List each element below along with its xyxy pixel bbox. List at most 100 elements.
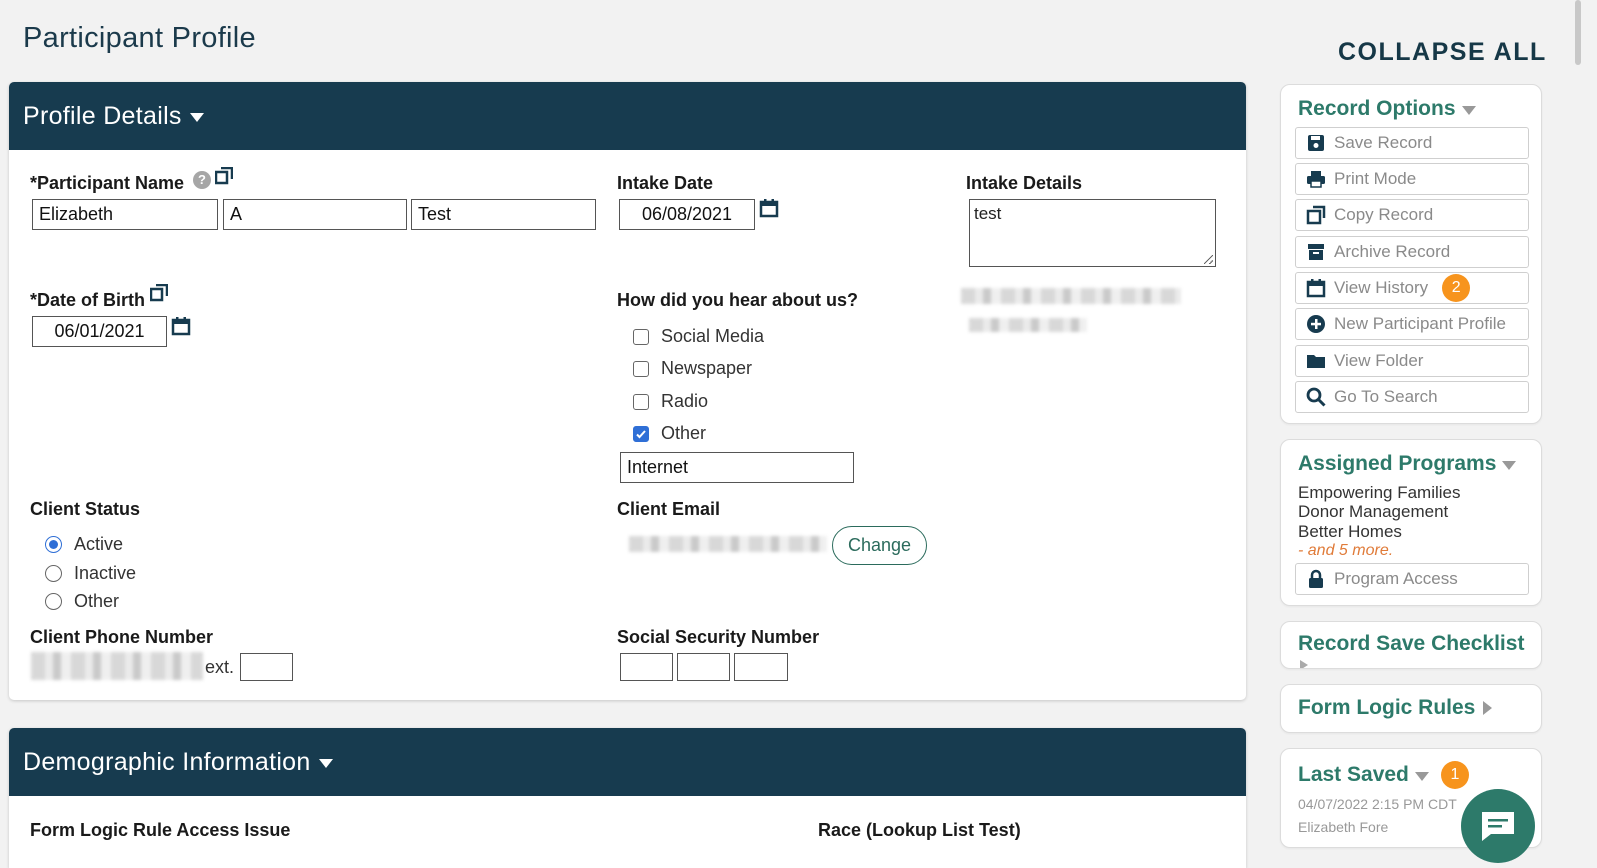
help-icon[interactable]: ? (193, 171, 211, 189)
button-label: Go To Search (1334, 387, 1438, 406)
ssn-part1-input[interactable] (620, 653, 673, 681)
collapse-all-button[interactable]: COLLAPSE ALL (1338, 38, 1547, 67)
radio-inactive[interactable]: Inactive (45, 563, 136, 584)
caret-down-icon (1461, 105, 1476, 115)
new-participant-profile-button[interactable]: New Participant Profile (1295, 308, 1529, 340)
redacted-phone (31, 652, 203, 680)
view-history-button[interactable]: View History 2 (1295, 272, 1529, 304)
last-saved-badge: 1 (1440, 761, 1469, 789)
button-label: View History (1334, 278, 1429, 297)
archive-icon (1308, 244, 1324, 260)
profile-details-header[interactable]: Profile Details (9, 82, 1246, 150)
page-scrollbar[interactable] (1567, 0, 1597, 866)
checkbox-label: Radio (661, 391, 709, 411)
button-label: New Participant Profile (1334, 314, 1506, 333)
checkbox-box[interactable] (633, 360, 649, 377)
last-saved-user: Elizabeth Fore (1298, 819, 1389, 835)
form-logic-issue-label: Form Logic Rule Access Issue (30, 820, 291, 840)
form-logic-rules-title[interactable]: Form Logic Rules (1298, 696, 1493, 720)
checkbox-newspaper[interactable]: Newspaper (633, 358, 752, 379)
folder-icon (1307, 355, 1325, 368)
assigned-programs-title[interactable]: Assigned Programs (1298, 452, 1517, 476)
program-item: Better Homes (1298, 522, 1402, 541)
date-of-birth-input[interactable]: 06/01/2021 (32, 316, 167, 347)
radio-active[interactable]: Active (45, 534, 123, 555)
lock-icon (1309, 569, 1323, 588)
redacted-email (629, 536, 827, 552)
button-label: Program Access (1334, 569, 1458, 588)
chat-icon (1482, 812, 1514, 841)
last-name-input[interactable]: Test (411, 199, 596, 230)
caret-down-icon (318, 759, 333, 768)
radio-button[interactable] (45, 565, 62, 582)
race-label: Race (Lookup List Test) (818, 820, 1021, 840)
program-access-button[interactable]: Program Access (1295, 563, 1529, 595)
resize-grip-icon[interactable] (1204, 255, 1213, 264)
card-title-text: Last Saved (1298, 763, 1409, 786)
how-heard-label: How did you hear about us? (617, 290, 859, 310)
button-label: View Folder (1334, 351, 1424, 370)
middle-name-input[interactable]: A (223, 199, 407, 230)
intake-details-textarea[interactable]: test (969, 199, 1216, 267)
other-source-input[interactable]: Internet (620, 452, 854, 483)
more-programs-link[interactable]: - and 5 more. (1298, 542, 1393, 560)
calendar-icon[interactable] (759, 198, 779, 218)
demographic-header[interactable]: Demographic Information (9, 728, 1246, 796)
panel-title: Demographic Information (23, 747, 311, 776)
record-save-checklist-title[interactable]: Record Save Checklist (1298, 632, 1524, 656)
popout-icon[interactable] (150, 284, 168, 302)
intake-details-text: test (974, 204, 1002, 223)
ext-label: ext. (205, 657, 235, 677)
search-icon (1306, 387, 1326, 407)
checkbox-label: Newspaper (661, 358, 753, 378)
panel-title: Profile Details (23, 101, 182, 130)
ssn-part3-input[interactable] (734, 653, 788, 681)
radio-button[interactable] (45, 593, 62, 610)
caret-right-icon (1300, 660, 1308, 668)
page-title: Participant Profile (23, 22, 256, 54)
archive-record-button[interactable]: Archive Record (1295, 236, 1529, 268)
ssn-part2-input[interactable] (677, 653, 730, 681)
intake-date-input[interactable]: 06/08/2021 (619, 199, 755, 230)
first-name-input[interactable]: Elizabeth (32, 199, 218, 230)
client-status-label: Client Status (30, 499, 141, 519)
intake-date-label: Intake Date (617, 173, 714, 193)
plus-circle-icon (1307, 315, 1325, 333)
checkbox-box-checked[interactable] (633, 425, 649, 442)
ssn-label: Social Security Number (617, 627, 820, 647)
checkmark-icon (636, 429, 646, 438)
last-saved-timestamp: 04/07/2022 2:15 PM CDT (1298, 796, 1457, 812)
go-to-search-button[interactable]: Go To Search (1295, 381, 1529, 413)
radio-label: Other (74, 591, 120, 611)
assigned-programs-card: Assigned Programs Empowering Families Do… (1280, 439, 1542, 606)
calendar-icon[interactable] (171, 316, 191, 336)
save-record-button[interactable]: Save Record (1295, 127, 1529, 159)
checkbox-radio[interactable]: Radio (633, 391, 708, 412)
scrollbar-thumb[interactable] (1575, 0, 1581, 65)
popout-icon[interactable] (215, 167, 233, 185)
checkbox-box[interactable] (633, 393, 649, 410)
checkbox-social-media[interactable]: Social Media (633, 326, 764, 347)
caret-down-icon (1502, 460, 1517, 470)
phone-ext-input[interactable] (240, 653, 293, 681)
card-title-text: Form Logic Rules (1298, 696, 1476, 719)
change-email-button[interactable]: Change (832, 526, 927, 565)
checkbox-other[interactable]: Other (633, 423, 706, 444)
record-options-title[interactable]: Record Options (1298, 97, 1476, 121)
view-folder-button[interactable]: View Folder (1295, 345, 1529, 377)
print-mode-button[interactable]: Print Mode (1295, 163, 1529, 195)
checkbox-box[interactable] (633, 328, 649, 345)
copy-record-button[interactable]: Copy Record (1295, 199, 1529, 231)
chat-button[interactable] (1461, 789, 1535, 863)
radio-button-checked[interactable] (45, 536, 62, 553)
demographic-panel: Demographic Information Form Logic Rule … (9, 728, 1246, 868)
participant-name-label: *Participant Name (30, 173, 185, 193)
button-label: Archive Record (1334, 242, 1451, 261)
form-logic-rules-card: Form Logic Rules (1280, 684, 1542, 733)
checkbox-label: Social Media (661, 326, 765, 346)
caret-down-icon (1414, 771, 1429, 781)
checkbox-label: Other (661, 423, 707, 443)
last-saved-title[interactable]: Last Saved 1 (1298, 761, 1469, 789)
date-of-birth-label: *Date of Birth (30, 290, 146, 310)
radio-other[interactable]: Other (45, 591, 119, 612)
